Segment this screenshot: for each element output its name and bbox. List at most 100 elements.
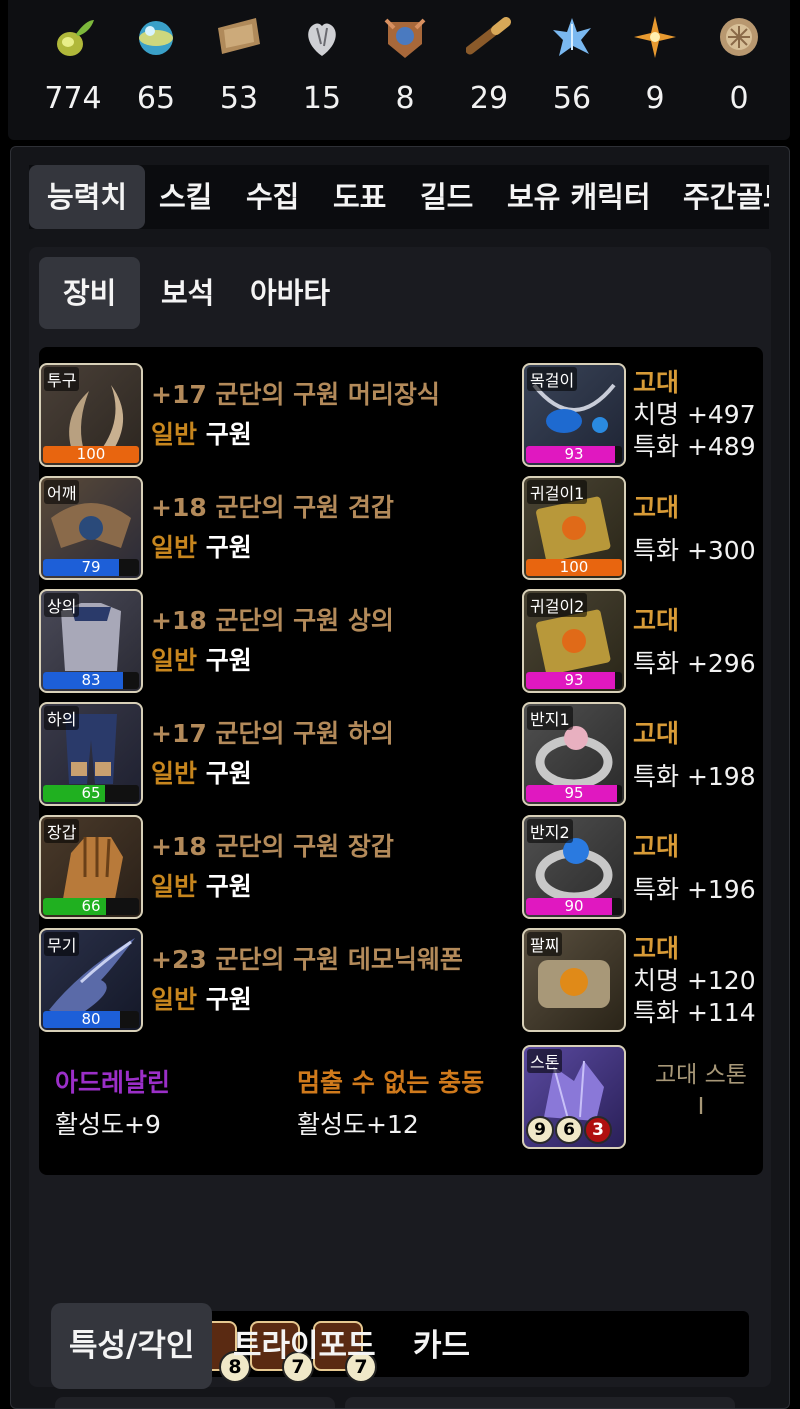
compass-star-icon	[632, 14, 678, 60]
slot-label: 투구	[44, 367, 80, 391]
accessory-stat: 치명 +497	[633, 400, 756, 429]
slot-label: 귀걸이2	[527, 593, 588, 617]
subtab-avatar[interactable]: 아바타	[250, 257, 330, 329]
map-scroll-icon	[216, 14, 262, 60]
item-name: +18 군단의 구원 견갑	[151, 493, 394, 522]
ability-stone-slot[interactable]: 스톤 963	[522, 1045, 626, 1149]
world-tree-leaf-icon	[549, 14, 595, 60]
orpheus-star-medal-icon	[716, 14, 762, 60]
engraving-name: 아드레날린	[55, 1068, 171, 1097]
quality-bar: 100	[43, 446, 139, 463]
bottom-card-right	[345, 1397, 735, 1408]
collectible-value: 15	[302, 81, 342, 116]
collectibles-bar: 774 65 53 15 8 29 56 9 0	[8, 0, 790, 140]
subtab-gems[interactable]: 보석	[161, 257, 214, 329]
quality-bar: 80	[43, 1011, 139, 1028]
pants-slot-icon[interactable]: 하의 65	[39, 702, 143, 806]
item-grade-set: 일반 구원	[151, 872, 252, 901]
collectible-value: 29	[469, 81, 509, 116]
ring2-slot-icon[interactable]: 반지2 90	[522, 815, 626, 919]
quality-bar: 66	[43, 898, 139, 915]
quality-bar: 65	[43, 785, 139, 802]
quality-bar: 100	[526, 559, 622, 576]
tab-collection[interactable]: 수집	[246, 165, 299, 229]
weapon-slot-icon[interactable]: 무기 80	[39, 928, 143, 1032]
accessory-stat: 특화 +296	[633, 649, 756, 678]
item-name: +17 군단의 구원 머리장식	[151, 380, 440, 409]
item-grade-set: 일반 구원	[151, 533, 252, 562]
engraving-value: 활성도+9	[55, 1110, 161, 1139]
collectible-value: 65	[136, 81, 176, 116]
bracelet-slot-icon[interactable]: 팔찌	[522, 928, 626, 1032]
helmet-slot-icon[interactable]: 투구 100	[39, 363, 143, 467]
item-name: +17 군단의 구원 하의	[151, 719, 394, 748]
item-grade-set: 일반 구원	[151, 420, 252, 449]
collectible-ignea[interactable]: 8	[364, 14, 446, 116]
shoulder-slot-icon[interactable]: 어깨 79	[39, 476, 143, 580]
character-panel: 능력치 스킬 수집 도표 길드 보유 캐릭터 주간골드 장비 보석 아바타 투구…	[10, 146, 790, 1409]
collectible-map[interactable]: 53	[198, 14, 280, 116]
item-grade-set: 일반 구원	[151, 985, 252, 1014]
tab-skills[interactable]: 스킬	[159, 165, 212, 229]
tab-tripods[interactable]: 트라이포드	[233, 1303, 376, 1389]
earring1-slot-icon[interactable]: 귀걸이1 100	[522, 476, 626, 580]
slot-label: 어깨	[44, 480, 80, 504]
slot-label: 스톤	[527, 1049, 563, 1073]
collectible-value: 774	[44, 81, 102, 116]
giant-heart-icon	[299, 14, 345, 60]
slot-label: 목걸이	[527, 367, 578, 391]
accessory-grade: 고대	[633, 934, 680, 963]
tab-cards[interactable]: 카드	[413, 1303, 470, 1389]
accessory-stat: 특화 +300	[633, 536, 756, 565]
accessory-grade: 고대	[633, 832, 680, 861]
equipment-panel: 투구 100 +17 군단의 구원 머리장식 일반 구원 어깨 79 +18 군…	[39, 347, 763, 1175]
chest-slot-icon[interactable]: 상의 83	[39, 589, 143, 693]
tab-guild[interactable]: 길드	[420, 165, 473, 229]
tab-weekly-gold[interactable]: 주간골드	[683, 165, 769, 229]
accessory-stat: 특화 +489	[633, 432, 756, 461]
quality-bar: 90	[526, 898, 622, 915]
collectible-orpheus-star[interactable]: 0	[698, 14, 780, 116]
stone-level: 6	[555, 1116, 583, 1144]
engraving-value: 활성도+12	[297, 1110, 419, 1139]
gloves-slot-icon[interactable]: 장갑 66	[39, 815, 143, 919]
collectible-world-tree-leaf[interactable]: 56	[531, 14, 613, 116]
tab-stats[interactable]: 능력치	[29, 165, 146, 229]
stone-level: 9	[526, 1116, 554, 1144]
stone-grade-label: 고대 스톤 I	[655, 1062, 747, 1120]
tab-engravings[interactable]: 특성/각인	[51, 1303, 213, 1389]
island-heart-orb-icon	[133, 14, 179, 60]
ignea-token-icon	[382, 14, 428, 60]
collectible-giant-heart[interactable]: 15	[281, 14, 363, 116]
collectible-compass-star[interactable]: 9	[614, 14, 696, 116]
ring1-slot-icon[interactable]: 반지1 95	[522, 702, 626, 806]
slot-label: 반지1	[527, 706, 573, 730]
bottom-card-left	[55, 1397, 335, 1408]
collectible-telescope[interactable]: 29	[448, 14, 530, 116]
slot-label: 반지2	[527, 819, 573, 843]
collectible-mokoko[interactable]: 774	[32, 14, 114, 116]
accessory-stat: 특화 +198	[633, 762, 756, 791]
earring2-slot-icon[interactable]: 귀걸이2 93	[522, 589, 626, 693]
accessory-grade: 고대	[633, 493, 680, 522]
item-grade-set: 일반 구원	[151, 646, 252, 675]
subtab-equipment[interactable]: 장비	[39, 257, 141, 329]
collectible-value: 53	[219, 81, 259, 116]
accessory-stat: 특화 +196	[633, 875, 756, 904]
item-grade-set: 일반 구원	[151, 759, 252, 788]
slot-label: 장갑	[44, 819, 80, 843]
accessory-grade: 고대	[633, 368, 680, 397]
slot-label: 상의	[44, 593, 80, 617]
mokoko-seed-icon	[50, 14, 96, 60]
collectible-island-heart[interactable]: 65	[115, 14, 197, 116]
accessory-stat: 특화 +114	[633, 998, 756, 1027]
accessory-grade: 고대	[633, 719, 680, 748]
main-tab-bar: 능력치 스킬 수집 도표 길드 보유 캐릭터 주간골드	[29, 165, 769, 229]
item-name: +18 군단의 구원 상의	[151, 606, 394, 635]
tab-owned-characters[interactable]: 보유 캐릭터	[507, 165, 651, 229]
slot-label: 하의	[44, 706, 80, 730]
item-name: +18 군단의 구원 장갑	[151, 832, 394, 861]
accessory-grade: 고대	[633, 606, 680, 635]
necklace-slot-icon[interactable]: 목걸이 93	[522, 363, 626, 467]
tab-chart[interactable]: 도표	[333, 165, 386, 229]
